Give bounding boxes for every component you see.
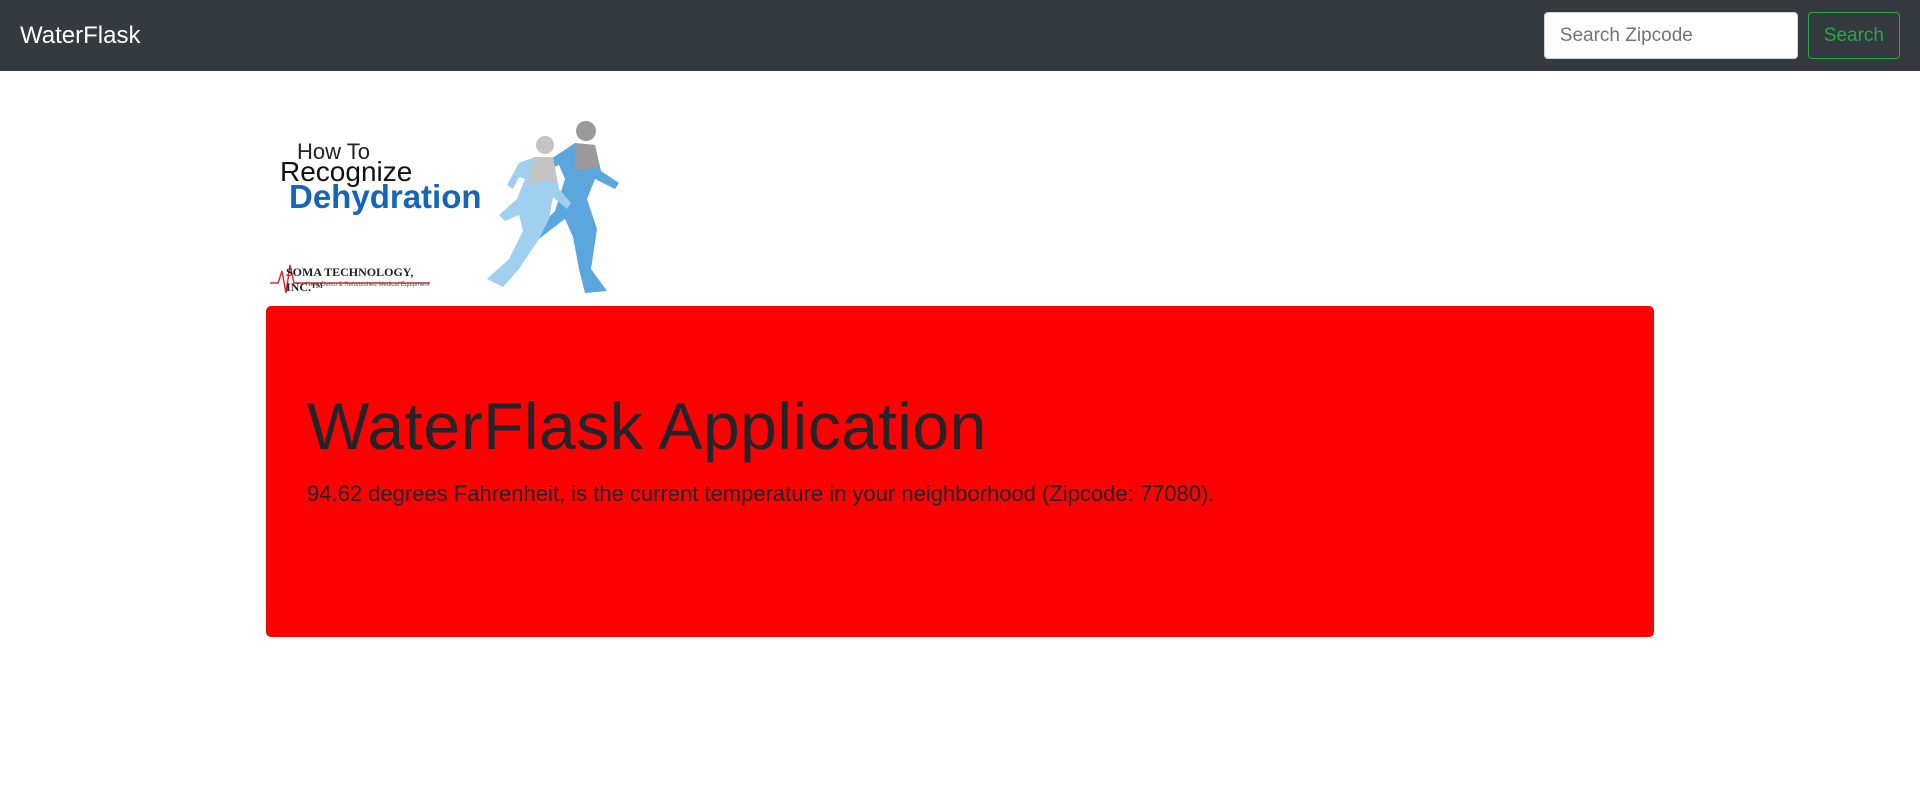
jumbotron: WaterFlask Application 94.62 degrees Fah…: [266, 306, 1654, 637]
runners-icon: [487, 121, 619, 293]
search-button[interactable]: Search: [1807, 12, 1900, 59]
divider: [307, 526, 1613, 528]
page-title: WaterFlask Application: [307, 389, 987, 463]
brand-link[interactable]: WaterFlask: [20, 22, 140, 50]
soma-logo: SOMA TECHNOLOGY, INC.™ New, Demo & Refur…: [270, 261, 430, 299]
dehydration-logo-image: How To Recognize Dehydration SOMA TECHNO…: [266, 71, 626, 306]
temperature-message: 94.62 degrees Fahrenheit, is the current…: [307, 480, 1215, 506]
soma-tagline: New, Demo & Refurbished Medical Equipmen…: [306, 282, 430, 288]
logo-line-3: Dehydration: [289, 178, 482, 215]
soma-company-name: SOMA TECHNOLOGY, INC.™: [286, 265, 414, 294]
zipcode-search-input[interactable]: [1543, 12, 1798, 59]
main-container: How To Recognize Dehydration SOMA TECHNO…: [266, 71, 1654, 637]
navbar: WaterFlask Search: [0, 0, 1920, 71]
search-form: Search: [1543, 12, 1900, 59]
